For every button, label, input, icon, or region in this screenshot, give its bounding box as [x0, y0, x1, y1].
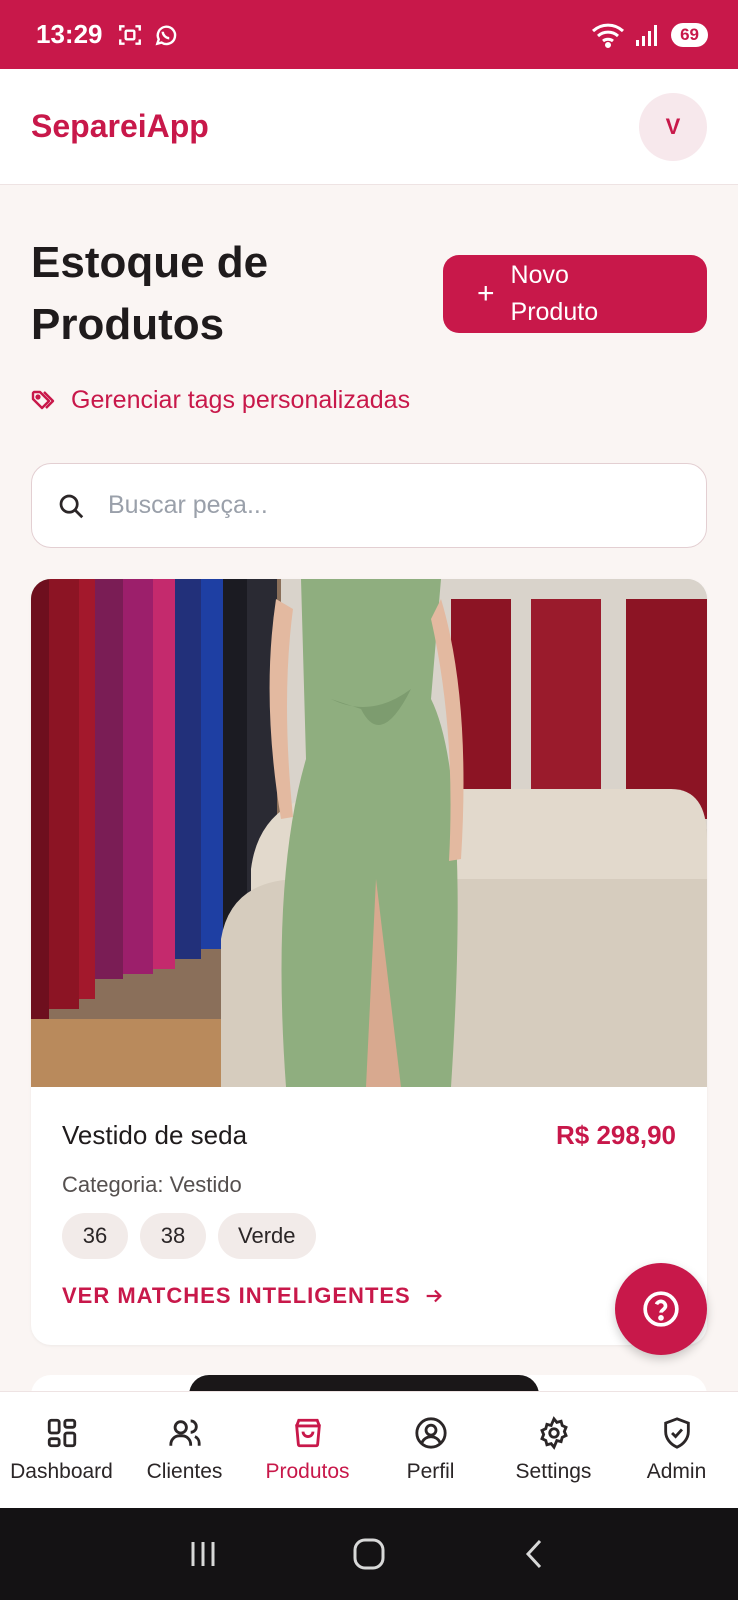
size-chip: 38: [140, 1213, 206, 1259]
nav-label: Perfil: [406, 1460, 455, 1483]
search-box[interactable]: [31, 463, 707, 548]
nav-item-settings[interactable]: Settings: [492, 1392, 615, 1508]
tags-icon: [31, 390, 55, 409]
signal-icon: [636, 24, 658, 46]
gear-icon: [539, 1416, 568, 1450]
page-title: Estoque de Produtos: [31, 238, 269, 349]
color-chip: Verde: [218, 1213, 316, 1259]
nav-item-produtos[interactable]: Produtos: [246, 1392, 369, 1508]
manage-tags-link[interactable]: Gerenciar tags personalizadas: [31, 386, 410, 415]
product-image[interactable]: [31, 579, 707, 1087]
nav-item-perfil[interactable]: Perfil: [369, 1392, 492, 1508]
nav-item-clientes[interactable]: Clientes: [123, 1392, 246, 1508]
product-price: R$ 298,90: [556, 1120, 676, 1150]
nav-label: Produtos: [265, 1460, 350, 1483]
avatar[interactable]: V: [639, 92, 707, 161]
grid-icon: [47, 1418, 76, 1448]
arrow-right-icon: [426, 1289, 442, 1303]
home-icon[interactable]: [352, 1537, 386, 1571]
shopping-bag-icon: [294, 1418, 321, 1448]
manage-tags-label: Gerenciar tags personalizadas: [71, 386, 411, 414]
product-name: Vestido de seda: [62, 1120, 248, 1150]
product-category: Categoria: Vestido: [62, 1172, 242, 1197]
wifi-icon: [592, 23, 625, 48]
product-tags: 36 38 Verde: [62, 1213, 316, 1259]
nav-label: Clientes: [146, 1460, 223, 1483]
nav-label: Settings: [515, 1460, 592, 1483]
search-input[interactable]: [108, 491, 628, 520]
search-icon: [59, 494, 84, 518]
recent-apps-icon[interactable]: [186, 1539, 220, 1569]
new-product-label: Novo Produto: [510, 261, 599, 326]
nav-label: Admin: [646, 1460, 707, 1483]
product-card[interactable]: Vestido de seda R$ 298,90 Categoria: Ves…: [31, 579, 707, 1345]
status-time: 13:29: [36, 19, 103, 49]
smart-matches-label: VER MATCHES INTELIGENTES: [62, 1283, 411, 1308]
app-header: SepareiApp V: [0, 69, 738, 185]
back-icon[interactable]: [518, 1537, 552, 1571]
help-button[interactable]: [615, 1263, 707, 1355]
system-nav-bar: [0, 1508, 738, 1600]
user-circle-icon: [414, 1417, 447, 1449]
plus-icon: +: [477, 277, 495, 310]
app-title[interactable]: SepareiApp: [31, 108, 209, 145]
nav-item-dashboard[interactable]: Dashboard: [0, 1392, 123, 1508]
users-icon: [168, 1419, 201, 1446]
size-chip: 36: [62, 1213, 128, 1259]
status-bar: 13:29 69: [0, 0, 738, 69]
new-product-button[interactable]: + Novo Produto: [443, 255, 707, 333]
smart-matches-link[interactable]: VER MATCHES INTELIGENTES: [62, 1283, 445, 1309]
nav-item-admin[interactable]: Admin: [615, 1392, 738, 1508]
battery-indicator: 69: [671, 22, 708, 47]
nav-label: Dashboard: [10, 1460, 113, 1483]
shield-check-icon: [663, 1417, 690, 1449]
help-icon: [643, 1291, 679, 1327]
screenshot-icon: [118, 24, 141, 45]
bottom-nav: Dashboard Clientes Produtos Perfil Setti…: [0, 1391, 738, 1508]
whatsapp-icon: [155, 25, 176, 45]
